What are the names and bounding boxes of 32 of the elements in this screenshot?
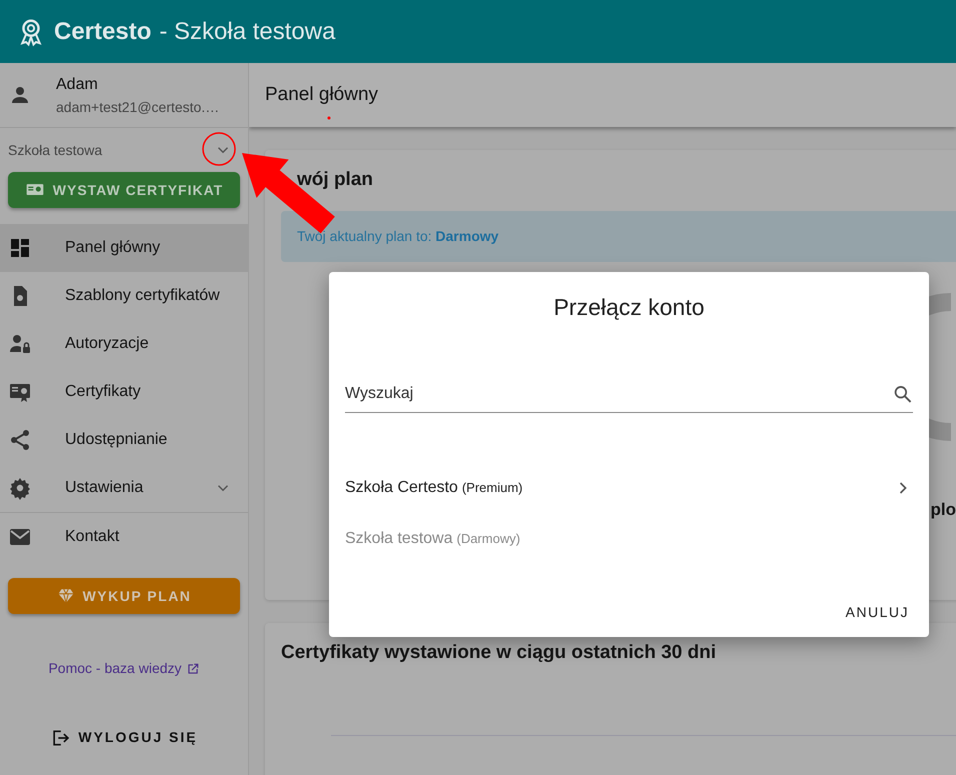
page-title: Panel główny [265,82,378,107]
nav-item[interactable]: Panel główny [0,224,248,272]
card-heading-fragment: plo [930,498,956,520]
help-link[interactable]: Pomoc - baza wiedzy [48,658,182,679]
nav-item[interactable]: Kontakt [0,513,248,561]
user-lock-icon [8,332,32,356]
account-name: Szkoła testowa [8,140,102,160]
nav-item[interactable]: Autoryzacje [0,320,248,368]
diamond-icon [56,587,75,605]
search-icon [892,383,913,405]
nav-item[interactable]: Udostępnianie [0,416,248,464]
annotation-dot [328,116,330,120]
account-item[interactable]: Szkoła Certesto (Premium) [329,462,929,514]
nav-item[interactable]: Szablony certyfikatów [0,272,248,320]
settings-icon [8,476,32,500]
share-icon [8,428,32,452]
user-name: Adam [56,74,99,94]
dashboard-icon [8,236,32,260]
brand-name: Certesto [54,16,152,46]
nav-item[interactable]: Certyfikaty [0,368,248,416]
account-item: Szkoła testowa (Darmowy) [344,529,522,549]
cancel-button[interactable]: ANULUJ [834,596,921,629]
plan-notice: Twój aktualny plan to: Darmowy [297,226,499,246]
logout-button[interactable]: WYLOGUJ SIĘ [38,721,210,754]
dialog-title: Przełącz konto [552,293,706,322]
annotation-circle [202,132,236,166]
card-title: Certyfikaty wystawione w ciągu ostatnich 30 dni [281,641,718,665]
card-title: wój plan [296,168,374,192]
brand-subtitle: - Szkoła testowa [159,16,336,46]
user-email: adam+test21@certesto.… [56,98,220,116]
nav-item[interactable]: Ustawienia [0,464,248,512]
external-link-icon [186,662,200,676]
